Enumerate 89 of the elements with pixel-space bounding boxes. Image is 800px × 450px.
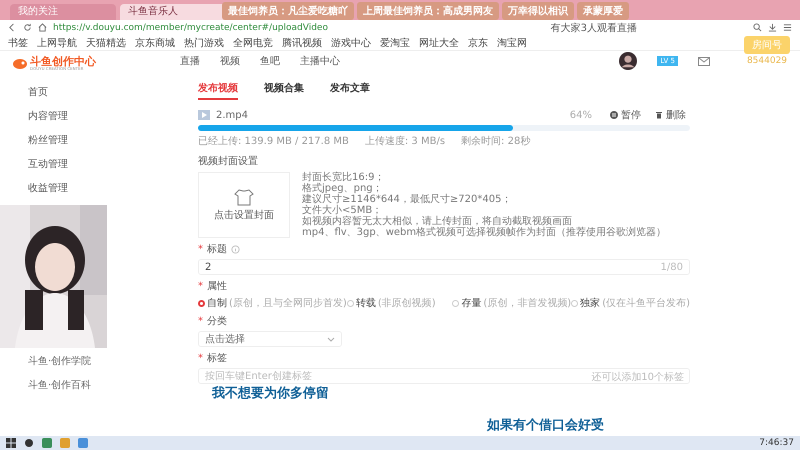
radio-button[interactable]	[346, 300, 354, 306]
bookmark-link[interactable]: 爱淘宝	[380, 36, 410, 50]
radio-label: 转载	[356, 296, 376, 310]
tshirt-icon	[234, 188, 254, 206]
required-mark: *	[198, 280, 203, 292]
field-label: 标签	[207, 352, 227, 365]
sidebar-item[interactable]: 互动管理	[28, 157, 180, 171]
radio-label: 独家	[580, 296, 600, 310]
upload-tab[interactable]: 视频合集	[264, 81, 304, 100]
radio-note: (仅在斗鱼平台发布)	[602, 296, 690, 310]
radio-label: 自制	[207, 296, 227, 310]
gift-banner: 承蒙厚爱	[577, 2, 629, 20]
search-icon[interactable]	[753, 23, 762, 32]
news-ticker[interactable]: 有大家3人观看直播	[550, 20, 637, 34]
bookmark-link[interactable]: 天猫精选	[86, 36, 126, 50]
field-label: 标题	[207, 242, 227, 256]
cover-rule-text: mp4、flv、3gp、webm格式视频可选择视频帧作为封面（推荐使用谷歌浏览器）	[302, 227, 666, 238]
section-heading: 视频封面设置	[198, 154, 259, 168]
bookmark-link[interactable]: 京东	[468, 36, 488, 50]
avatar-icon[interactable]	[619, 52, 638, 70]
bookmark-link[interactable]: 淘宝网	[497, 36, 527, 50]
gift-banner: 上周最佳饲养员：高成男网友	[357, 2, 499, 20]
cover-rule-text: 封面长宽比16:9；	[302, 172, 386, 183]
upload-action-button[interactable]: 暂停	[606, 108, 645, 122]
lyric-subtitle: 我不想要为你多停留	[210, 384, 331, 402]
sidebar-link[interactable]: 斗鱼·创作学院	[28, 354, 180, 368]
nav-link[interactable]: 视频	[220, 54, 240, 68]
windows-start-icon[interactable]	[6, 438, 16, 448]
required-mark: *	[198, 316, 203, 326]
upload-action-button[interactable]: 删除	[651, 108, 690, 122]
lyric-subtitle: 如果有个借口会好受	[485, 416, 606, 434]
cover-rule-text: 如视频内容暂无太大相似，请上传封面，将自动截取视频画面	[302, 216, 573, 227]
gift-banner: 最佳饲养员：凡尘爱吃糖吖	[222, 2, 354, 20]
chevron-down-icon	[327, 336, 335, 342]
radio-note: (原创，且与全网同步首发)	[229, 296, 347, 310]
tag-hint: 还可以添加10个标签	[591, 370, 684, 384]
upload-stat: 剩余时间: 28秒	[461, 134, 530, 148]
gift-banner: 万幸得以相识	[502, 2, 574, 20]
bookmark-link[interactable]: 京东商城	[135, 36, 175, 50]
cover-upload-button[interactable]: 点击设置封面	[198, 172, 290, 238]
radio-label: 存量	[461, 297, 482, 310]
trash-icon	[655, 111, 663, 119]
pause-icon	[610, 111, 618, 119]
bookmark-link[interactable]: 热门游戏	[184, 36, 224, 50]
sidebar-item[interactable]: 收益管理	[28, 181, 180, 195]
browser-tab[interactable]: 斗鱼音乐人	[120, 4, 226, 20]
home-icon[interactable]	[38, 23, 47, 32]
bookmark-link[interactable]: 全网电竞	[233, 36, 273, 50]
radio-note: (原创，非首发视频)	[483, 296, 572, 310]
cover-rule-text: 建议尺寸≥1146*644，最低尺寸≥720*405；	[302, 194, 512, 205]
menu-icon[interactable]	[783, 23, 792, 32]
file-name: 2.mp4	[216, 110, 248, 120]
cover-rule-text: 格式jpeg、png；	[302, 183, 384, 194]
field-label: 分类	[207, 314, 227, 328]
radio-button[interactable]	[198, 300, 205, 306]
radio-button[interactable]	[452, 300, 460, 306]
radio-note: (非原创视频)	[378, 296, 436, 310]
field-label: 属性	[207, 280, 227, 293]
clock-text: 7:46:37	[759, 438, 794, 448]
sidebar-item[interactable]: 首页	[28, 85, 180, 99]
logo-text: 斗鱼创作中心	[30, 56, 96, 66]
upload-percent: 64%	[570, 110, 592, 120]
bookmark-link[interactable]: 游戏中心	[331, 36, 371, 50]
nav-link[interactable]: 鱼吧	[260, 54, 280, 68]
bookmark-link[interactable]: 书签	[8, 36, 28, 50]
title-input-field[interactable]: 2 1/80	[198, 259, 690, 275]
mail-icon[interactable]	[698, 56, 710, 66]
upload-stat: 已经上传: 139.9 MB / 217.8 MB	[198, 134, 349, 148]
required-mark: *	[198, 352, 203, 364]
room-number: 8544029	[746, 56, 788, 66]
sidebar-item[interactable]: 内容管理	[28, 109, 180, 123]
nav-link[interactable]: 主播中心	[300, 54, 340, 68]
upload-tab[interactable]: 发布视频	[198, 81, 238, 100]
bookmark-link[interactable]: 上网导航	[37, 36, 77, 50]
reload-icon[interactable]	[23, 23, 32, 32]
radio-button[interactable]	[571, 300, 578, 306]
bookmark-link[interactable]: 网址大全	[419, 36, 459, 50]
required-mark: *	[198, 244, 203, 254]
cover-rule-text: 文件大小<5MB；	[302, 205, 382, 216]
address-field[interactable]: https://v.douyu.com/member/mycreate/center#/uploadVideo	[53, 22, 328, 32]
sidebar-link[interactable]: 斗鱼·创作百科	[28, 378, 180, 392]
upload-tab[interactable]: 发布文章	[330, 81, 370, 100]
bookmark-link[interactable]: 腾讯视频	[282, 36, 322, 50]
nav-link[interactable]: 直播	[180, 54, 200, 68]
download-icon[interactable]	[768, 23, 777, 32]
video-file-icon	[198, 110, 210, 120]
sidebar-item[interactable]: 粉丝管理	[28, 133, 180, 147]
upload-stat: 上传速度: 3 MB/s	[364, 134, 446, 148]
category-select[interactable]: 点击选择	[198, 331, 342, 347]
